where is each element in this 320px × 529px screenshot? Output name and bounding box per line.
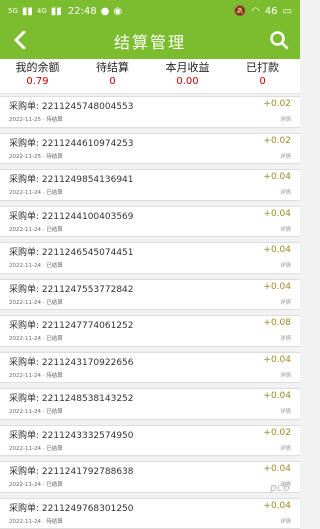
order-title: 采购单: 2211244100403569 <box>9 209 134 222</box>
watermark: pc6 <box>270 481 290 494</box>
app-icon: ◉ <box>113 6 122 17</box>
summary-pending: 待结算 0 <box>75 59 150 93</box>
order-meta: 2022-11-24 · 待结算 <box>9 517 63 525</box>
order-meta: 2022-11-24 · 已结算 <box>9 480 63 488</box>
mute-icon: 🔕 <box>234 6 246 17</box>
order-title: 采购单: 2211247774061252 <box>9 318 134 331</box>
order-meta: 2022-11-24 · 已结算 <box>9 407 63 415</box>
summary-value: 0.00 <box>150 75 225 89</box>
order-meta: 2022-11-24 · 已结算 <box>9 261 63 269</box>
summary-value: 0 <box>225 75 300 89</box>
list-item[interactable]: 采购单: 2211247553772842 +0.04 2022-11-24 ·… <box>0 279 300 311</box>
order-meta: 2022-11-24 · 已结算 <box>9 188 63 196</box>
search-icon[interactable] <box>268 28 290 52</box>
order-title: 采购单: 2211249768301250 <box>9 501 134 514</box>
order-meta: 2022-11-24 · 待结算 <box>9 371 63 379</box>
battery-level: 46 <box>265 6 278 17</box>
order-title: 采购单: 2211245748004553 <box>9 99 134 112</box>
detail-link[interactable]: 详情 <box>280 188 291 196</box>
order-meta: 2022-11-25 · 待结算 <box>9 152 63 160</box>
summary-paid: 已打款 0 <box>225 59 300 93</box>
order-meta: 2022-11-24 · 已结算 <box>9 225 63 233</box>
order-amount: +0.04 <box>263 391 291 401</box>
order-title: 采购单: 2211248538143252 <box>9 391 134 404</box>
list-item[interactable]: 采购单: 2211248538143252 +0.04 2022-11-24 ·… <box>0 388 300 420</box>
list-item[interactable]: 采购单: 2211244610974253 +0.02 2022-11-25 ·… <box>0 133 300 165</box>
list-item[interactable]: 采购单: 2211243332574950 +0.02 2022-11-24 ·… <box>0 425 300 457</box>
status-time: 22:48 <box>68 6 97 17</box>
order-title: 采购单: 2211243170922656 <box>9 355 134 368</box>
summary-balance: 我的余额 0.79 <box>0 59 75 93</box>
order-amount: +0.04 <box>263 282 291 292</box>
summary-value: 0.79 <box>0 75 75 89</box>
order-meta: 2022-11-25 · 待结算 <box>9 115 63 123</box>
order-amount: +0.04 <box>263 355 291 365</box>
list-item[interactable]: 采购单: 2211241792788638 +0.04 2022-11-24 ·… <box>0 461 300 493</box>
detail-link[interactable]: 详情 <box>280 225 291 233</box>
list-item[interactable]: 采购单: 2211246545074451 +0.04 2022-11-24 ·… <box>0 242 300 274</box>
detail-link[interactable]: 详情 <box>280 298 291 306</box>
battery-icon: ▭ <box>283 6 292 17</box>
order-title: 采购单: 2211241792788638 <box>9 464 134 477</box>
summary-bar: 我的余额 0.79 待结算 0 本月收益 0.00 已打款 0 <box>0 59 300 94</box>
detail-link[interactable]: 详情 <box>280 407 291 415</box>
list-item[interactable]: 采购单: 2211249854136941 +0.04 2022-11-24 ·… <box>0 169 300 201</box>
summary-monthly: 本月收益 0.00 <box>150 59 225 93</box>
summary-value: 0 <box>75 75 150 89</box>
list-item[interactable]: 采购单: 2211244100403569 +0.04 2022-11-24 ·… <box>0 206 300 238</box>
order-amount: +0.02 <box>263 428 291 438</box>
signal-2: 4G <box>37 7 47 15</box>
summary-label: 我的余额 <box>0 61 75 75</box>
order-title: 采购单: 2211249854136941 <box>9 172 134 185</box>
detail-link[interactable]: 详情 <box>280 115 291 123</box>
order-amount: +0.04 <box>263 172 291 182</box>
status-left: 5G ▮▮ 4G ▮▮ 22:48 ● ◉ <box>8 6 234 17</box>
detail-link[interactable]: 详情 <box>280 371 291 379</box>
order-meta: 2022-11-24 · 已结算 <box>9 298 63 306</box>
list-item[interactable]: 采购单: 2211243170922656 +0.04 2022-11-24 ·… <box>0 352 300 384</box>
page-title: 结算管理 <box>114 29 186 53</box>
order-meta: 2022-11-24 · 已结算 <box>9 334 63 342</box>
status-right: 🔕 ◠ 46 ▭ <box>234 6 292 17</box>
order-title: 采购单: 2211247553772842 <box>9 282 134 295</box>
order-meta: 2022-11-24 · 已结算 <box>9 444 63 452</box>
wifi-icon: ◠ <box>251 6 260 17</box>
list-item[interactable]: 采购单: 2211249768301250 +0.04 2022-11-24 ·… <box>0 498 300 529</box>
detail-link[interactable]: 详情 <box>280 261 291 269</box>
order-title: 采购单: 2211244610974253 <box>9 136 134 149</box>
summary-label: 已打款 <box>225 61 300 75</box>
order-title: 采购单: 2211246545074451 <box>9 245 134 258</box>
records-list: 采购单: 2211245748004553 +0.02 2022-11-25 ·… <box>0 96 300 529</box>
summary-label: 待结算 <box>75 61 150 75</box>
order-amount: +0.04 <box>263 245 291 255</box>
signal-bars-icon-2: ▮▮ <box>51 6 62 17</box>
order-amount: +0.04 <box>263 501 291 511</box>
status-bar: 5G ▮▮ 4G ▮▮ 22:48 ● ◉ 🔕 ◠ 46 ▭ <box>0 0 300 22</box>
order-amount: +0.02 <box>263 99 291 109</box>
notification-icon: ● <box>101 6 110 17</box>
app-header: 结算管理 <box>0 22 300 59</box>
signal-bars-icon: ▮▮ <box>22 6 33 17</box>
detail-link[interactable]: 详情 <box>280 152 291 160</box>
detail-link[interactable]: 详情 <box>280 334 291 342</box>
detail-link[interactable]: 详情 <box>280 517 291 525</box>
summary-label: 本月收益 <box>150 61 225 75</box>
detail-link[interactable]: 详情 <box>280 444 291 452</box>
order-amount: +0.04 <box>263 464 291 474</box>
list-item[interactable]: 采购单: 2211247774061252 +0.08 2022-11-24 ·… <box>0 315 300 347</box>
signal-1: 5G <box>8 7 18 15</box>
order-amount: +0.08 <box>263 318 291 328</box>
order-title: 采购单: 2211243332574950 <box>9 428 134 441</box>
back-chevron-icon[interactable] <box>10 28 30 52</box>
order-amount: +0.02 <box>263 136 291 146</box>
order-amount: +0.04 <box>263 209 291 219</box>
list-item[interactable]: 采购单: 2211245748004553 +0.02 2022-11-25 ·… <box>0 96 300 128</box>
